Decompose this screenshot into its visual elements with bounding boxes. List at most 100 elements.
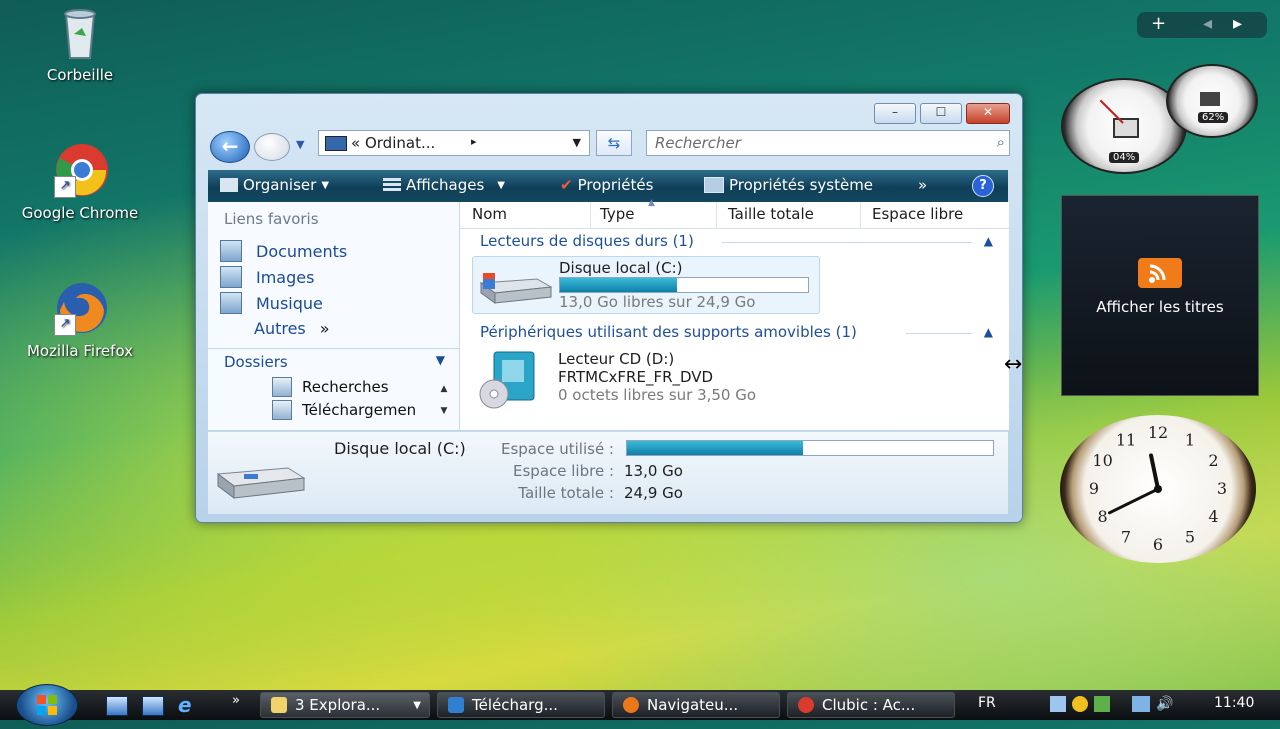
downloads-folder-icon	[272, 400, 292, 420]
previous-page-button[interactable]: ◂	[1203, 13, 1212, 34]
affichages-button[interactable]: Affichages ▼	[383, 176, 505, 194]
organiser-button[interactable]: Organiser ▼	[220, 176, 329, 194]
toolbar-overflow-button[interactable]: »	[918, 176, 927, 194]
desktop-icon-recycle-bin[interactable]: Corbeille	[5, 4, 155, 84]
clock-number: 4	[1208, 507, 1218, 526]
internet-explorer-icon[interactable]: e	[178, 693, 192, 717]
collapse-group-icon[interactable]: ▲	[984, 325, 993, 339]
drive-d-tile[interactable]: Lecteur CD (D:) FRTMCxFRE_FR_DVD 0 octet…	[472, 348, 818, 409]
security-alert-icon[interactable]	[1072, 696, 1088, 712]
total-size-value: 24,9 Go	[624, 484, 683, 502]
searches-folder-icon	[272, 377, 292, 397]
volume-icon[interactable]: 🔊	[1156, 696, 1173, 712]
firefox-icon: ↗	[52, 280, 108, 336]
free-space-label: Espace libre :	[513, 462, 614, 480]
windows-update-icon[interactable]	[1094, 696, 1110, 712]
taskbar: e » 3 Explora... ▼ Télécharg... Navigateu…	[0, 684, 1280, 726]
feed-headlines-gadget[interactable]: Afficher les titres	[1061, 195, 1259, 396]
favorite-autres[interactable]: Autres»	[254, 319, 330, 338]
clock-number: 9	[1089, 479, 1099, 498]
tree-scrollbar[interactable]: ▲ ▼	[437, 378, 451, 422]
favorite-images[interactable]: Images	[220, 266, 314, 288]
desktop-icon-mozilla-firefox[interactable]: ↗ Mozilla Firefox	[5, 280, 155, 360]
proprietes-button[interactable]: ✔ Propriétés	[560, 176, 653, 194]
collapse-group-icon[interactable]: ▲	[984, 234, 993, 248]
task-clubic[interactable]: Clubic : Ac...	[787, 692, 955, 718]
switch-windows-icon[interactable]	[142, 696, 164, 716]
network-sharing-icon[interactable]	[1050, 696, 1066, 712]
firefox-task-icon	[623, 697, 639, 713]
forward-button[interactable]	[254, 133, 290, 161]
tree-item-telechargements[interactable]: Téléchargemen	[272, 400, 424, 420]
recent-pages-dropdown-icon[interactable]: ▼	[296, 138, 304, 151]
breadcrumb-chevron-icon[interactable]: ▸	[471, 135, 477, 148]
task-explorer[interactable]: 3 Explora... ▼	[260, 692, 430, 718]
column-taille-totale[interactable]: Taille totale	[728, 205, 814, 223]
folders-collapse-icon[interactable]: ▼	[436, 353, 445, 367]
folders-header[interactable]: Dossiers ▼	[208, 348, 459, 377]
desktop-icon-label: Mozilla Firefox	[26, 342, 134, 360]
resize-cursor-icon: ↔	[1004, 352, 1023, 377]
drive-free-space: 0 octets libres sur 3,50 Go	[558, 386, 757, 404]
column-nom[interactable]: Nom	[472, 205, 507, 223]
used-space-fill	[627, 441, 803, 455]
clock-gadget[interactable]: 12 1 2 3 4 5 6 7 8 9 10 11	[1060, 415, 1256, 563]
organize-icon	[220, 178, 238, 192]
search-box[interactable]: Rechercher ⌕	[646, 130, 1010, 156]
favorite-documents[interactable]: Documents	[220, 240, 347, 262]
group-header-removable[interactable]: Périphériques utilisant des supports amo…	[480, 323, 857, 341]
clock-number: 2	[1208, 451, 1218, 470]
add-gadget-button[interactable]: +	[1151, 13, 1166, 34]
search-placeholder: Rechercher	[655, 134, 741, 152]
clock-number: 1	[1185, 431, 1195, 450]
memory-meter-gadget[interactable]: 62%	[1166, 64, 1258, 138]
next-page-button[interactable]: ▸	[1233, 13, 1242, 34]
drive-free-space: 13,0 Go libres sur 24,9 Go	[559, 293, 756, 311]
sidebar-controls: + ◂ ▸	[1137, 12, 1267, 38]
show-desktop-icon[interactable]	[106, 696, 128, 716]
maximize-button[interactable]: ☐	[920, 103, 962, 124]
address-text: « Ordinat...	[351, 134, 436, 152]
close-button[interactable]: ✕	[966, 103, 1010, 124]
shortcut-arrow-icon: ↗	[54, 176, 76, 198]
chrome-icon: ↗	[52, 142, 108, 198]
column-espace-libre[interactable]: Espace libre	[872, 205, 963, 223]
drive-name: Lecteur CD (D:)	[558, 350, 675, 368]
computer-icon	[325, 136, 347, 151]
column-type[interactable]: Type	[600, 205, 634, 223]
folder-icon	[271, 697, 287, 713]
drive-c-tile[interactable]: Disque local (C:) 13,0 Go libres sur 24,…	[472, 256, 820, 314]
file-list: Nom Type ▲ Taille totale Espace libre Le…	[460, 198, 1009, 430]
desktop-icon-google-chrome[interactable]: ↗ Google Chrome	[5, 142, 155, 222]
hour-hand	[1149, 453, 1160, 491]
command-toolbar: Organiser ▼ Affichages ▼ ✔ Propriétés Prop…	[208, 170, 1008, 202]
quicklaunch-overflow[interactable]: »	[232, 693, 240, 708]
task-telechargement[interactable]: Télécharg...	[437, 692, 605, 718]
clock-number: 8	[1097, 507, 1107, 526]
proprietes-systeme-button[interactable]: Propriétés système	[704, 176, 873, 194]
search-icon[interactable]: ⌕	[997, 133, 1005, 151]
back-button[interactable]: ←	[210, 131, 250, 163]
favorite-musique[interactable]: Musique	[220, 292, 323, 314]
cpu-percent: 04%	[1109, 152, 1140, 163]
chrome-task-icon	[798, 697, 814, 713]
drive-usage-bar	[559, 277, 809, 293]
refresh-button[interactable]: ⇆	[596, 130, 632, 156]
clock-number: 3	[1217, 479, 1227, 498]
shortcut-arrow-icon: ↗	[54, 314, 76, 336]
drive-name: Disque local (C:)	[559, 259, 683, 277]
task-navigateur[interactable]: Navigateu...	[612, 692, 780, 718]
clock-time[interactable]: 11:40	[1214, 695, 1254, 711]
group-header-hard-disks[interactable]: Lecteurs de disques durs (1)	[480, 232, 694, 250]
network-icon[interactable]	[1132, 696, 1150, 712]
pictures-icon	[220, 266, 242, 288]
checkmark-icon: ✔	[560, 176, 573, 194]
help-button[interactable]: ?	[972, 175, 994, 197]
minimize-button[interactable]: –	[874, 103, 916, 124]
explorer-window[interactable]: – ☐ ✕ ← ▼ « Ordinat... ▸ ▼ ⇆ Rechercher …	[195, 93, 1023, 523]
language-indicator[interactable]: FR	[978, 695, 996, 711]
tree-item-recherches[interactable]: Recherches	[272, 377, 389, 397]
address-bar[interactable]: « Ordinat... ▸ ▼	[318, 130, 590, 156]
total-size-label: Taille totale :	[518, 484, 614, 502]
address-dropdown-icon[interactable]: ▼	[573, 136, 581, 149]
